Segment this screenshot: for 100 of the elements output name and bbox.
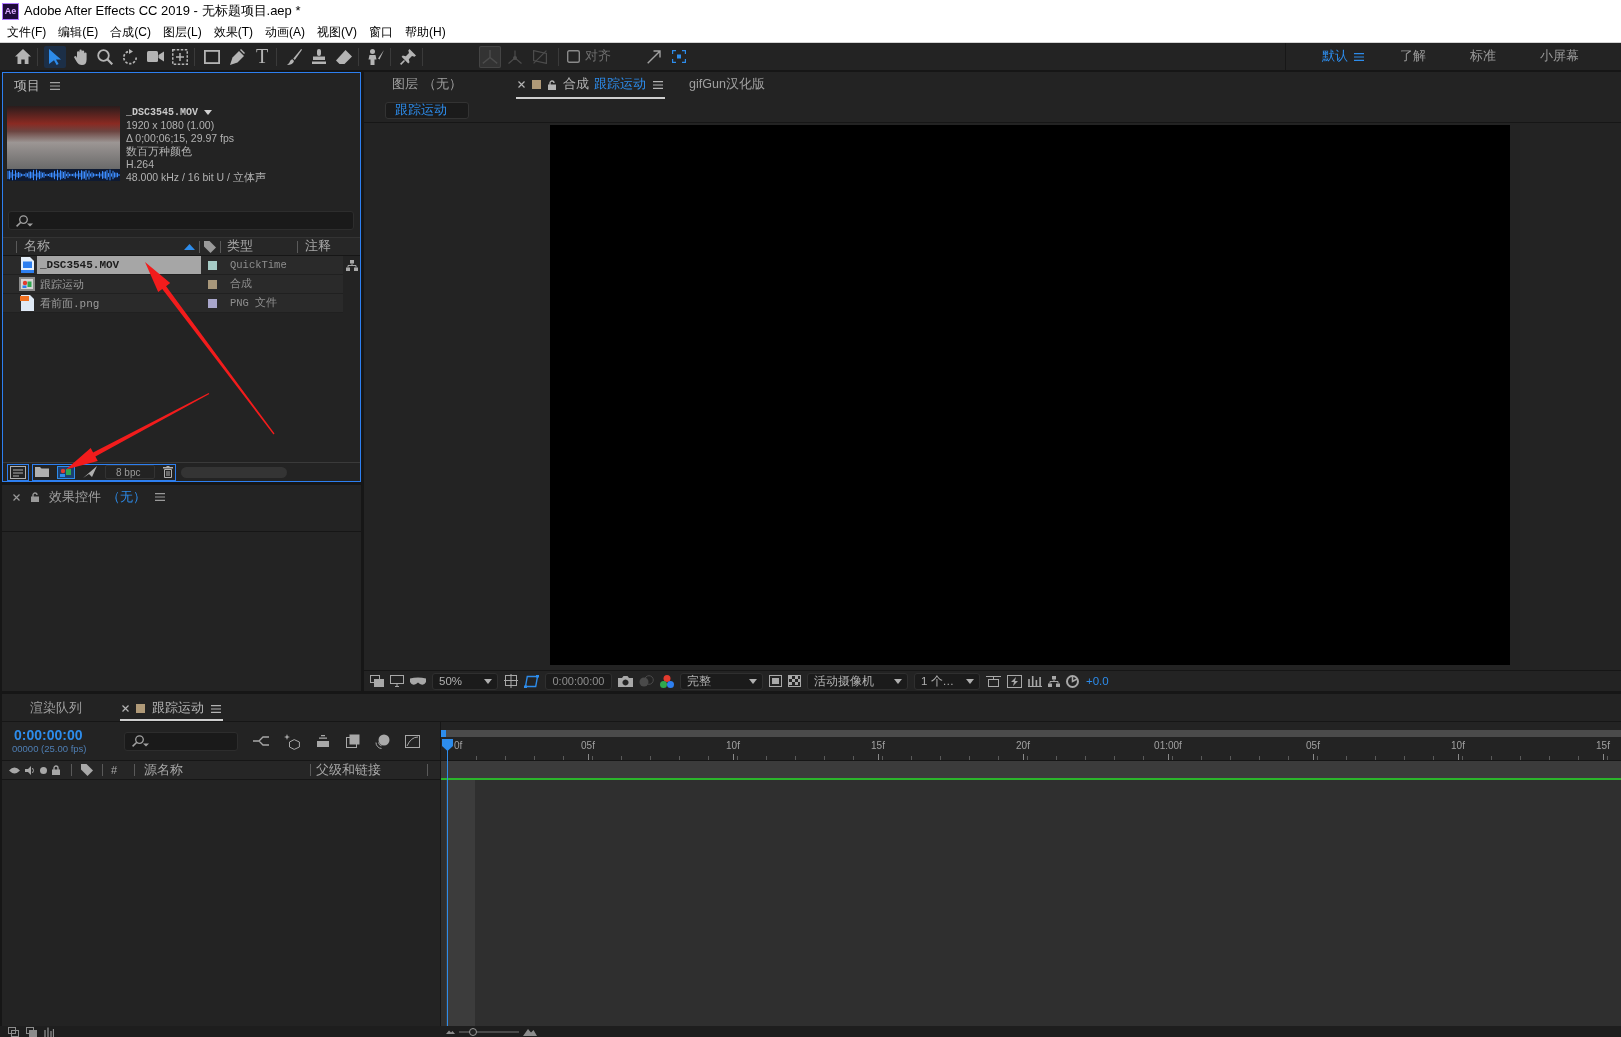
current-time[interactable]: 0:00:00:00 [12, 727, 83, 743]
menu-icon[interactable] [50, 82, 60, 90]
close-icon[interactable] [518, 81, 525, 88]
workspace-tab[interactable]: 默认 [1322, 48, 1348, 65]
search-field[interactable] [8, 211, 354, 230]
menu-item[interactable]: 窗口 [369, 23, 393, 41]
search-field[interactable] [124, 731, 238, 751]
menu-item[interactable]: 帮助(H) [405, 23, 446, 41]
menu-item[interactable]: 视图(V) [317, 23, 357, 41]
bit-depth-button[interactable]: 8 bpc [105, 465, 156, 479]
panel-tab[interactable]: 图层 （无） [390, 72, 464, 99]
navigator-handle[interactable] [441, 730, 446, 737]
menu-item[interactable]: 文件(F) [7, 23, 47, 41]
selection-tool-button[interactable] [44, 45, 66, 68]
panel-tab[interactable]: gifGun汉化版 [687, 72, 767, 99]
dropdown[interactable]: 完整 [680, 672, 763, 690]
menu-item[interactable]: 图层(L) [163, 23, 202, 41]
lock-icon[interactable] [31, 492, 39, 502]
film-frames-icon[interactable] [346, 734, 360, 748]
type-tool-button[interactable]: T [251, 45, 273, 68]
send-arrow-icon[interactable] [83, 466, 97, 478]
snap-frame-icon[interactable] [672, 50, 686, 63]
bolt-frame-icon[interactable] [1007, 674, 1022, 688]
exposure-value[interactable]: +0.0 [1086, 675, 1109, 687]
column-header[interactable]: 父级和链接 [316, 762, 381, 777]
workspace-tab[interactable]: 小屏幕 [1540, 48, 1579, 65]
swatch-icon[interactable] [208, 279, 217, 289]
square-frame-icon[interactable] [769, 675, 782, 687]
close-icon[interactable] [122, 705, 129, 712]
frame-rate-info: 00000 (25.00 fps) [12, 743, 87, 755]
swatch-icon[interactable] [208, 260, 217, 270]
breadcrumb[interactable]: 跟踪运动 [385, 102, 469, 119]
sort-arrow-icon[interactable] [184, 243, 195, 250]
eye-icon[interactable] [9, 766, 20, 774]
frame-corners-icon[interactable] [524, 674, 539, 688]
swatch-icon[interactable] [208, 298, 217, 308]
column-header[interactable]: 类型 [227, 239, 253, 253]
menu-icon[interactable] [211, 704, 221, 713]
playhead-handle[interactable] [441, 739, 453, 751]
caret-down-icon[interactable] [204, 110, 212, 115]
project-item-row[interactable]: _DSC3545.MOV QuickTime [3, 256, 343, 275]
column-header[interactable]: 源名称 [144, 762, 183, 777]
goggles-icon[interactable] [410, 676, 426, 686]
branch-arrows-icon[interactable] [253, 735, 269, 747]
bar-chart-icon[interactable] [1028, 675, 1042, 687]
panel-tab[interactable]: 渲染队列 [28, 694, 84, 721]
lock-icon[interactable] [548, 79, 556, 90]
small-mountain-icon[interactable] [446, 1029, 455, 1034]
dropdown[interactable]: 1 个… [914, 672, 980, 690]
stacked-squares-icon[interactable] [370, 675, 384, 687]
menu-icon[interactable] [1354, 52, 1364, 61]
panel-title[interactable]: 效果控件 [49, 488, 101, 506]
hierarchy-icon[interactable] [1048, 675, 1060, 687]
solo-dot-icon[interactable] [40, 766, 47, 774]
panel-tab[interactable]: 跟踪运动 [120, 694, 223, 721]
stacked-frames-icon[interactable] [8, 1026, 19, 1037]
sparkle-hexagon-icon[interactable] [284, 732, 300, 750]
column-header[interactable]: 注释 [305, 239, 331, 253]
timecode-field[interactable]: 0:00:00:00 [545, 672, 612, 690]
expand-arrow-icon[interactable] [647, 49, 661, 64]
monitor-icon[interactable] [390, 675, 404, 687]
rgb-circles-icon[interactable] [660, 674, 674, 688]
hierarchy-icon[interactable] [345, 260, 358, 271]
speaker-icon[interactable] [25, 765, 35, 775]
project-item-row[interactable]: 跟踪运动 合成 [3, 275, 343, 294]
frame-bar-icon[interactable] [986, 675, 1001, 687]
grid-target-icon[interactable] [504, 674, 518, 688]
checkerboard-icon[interactable] [788, 675, 801, 687]
menu-item[interactable]: 效果(T) [213, 23, 253, 41]
workspace-tab[interactable]: 了解 [1400, 48, 1426, 65]
menu-item[interactable]: 动画(A) [265, 23, 305, 41]
work-area-bar[interactable] [441, 760, 1621, 780]
lock-icon[interactable] [52, 765, 60, 775]
tag-icon[interactable] [81, 764, 93, 776]
zoom-slider-thumb[interactable] [469, 1027, 478, 1036]
trash-icon[interactable] [163, 466, 174, 478]
zoom-slider-track[interactable] [459, 1030, 519, 1033]
blur-disc-icon[interactable] [375, 733, 390, 749]
clock-icon[interactable] [1066, 674, 1079, 688]
menu-icon[interactable] [155, 493, 165, 501]
menu-item[interactable]: 合成(C) [110, 23, 151, 41]
column-header[interactable]: # [111, 764, 118, 776]
stacked-layers-icon[interactable] [315, 735, 331, 747]
bars-icon[interactable] [44, 1026, 54, 1037]
column-header[interactable]: 名称 [24, 238, 50, 255]
panel-title[interactable]: 项目 [14, 77, 40, 95]
camera-icon[interactable] [618, 675, 633, 687]
menu-item[interactable]: 编辑(E) [58, 23, 99, 41]
workspace-tab[interactable]: 标准 [1470, 48, 1496, 65]
dropdown[interactable]: 活动摄像机 [807, 672, 908, 690]
close-icon[interactable] [13, 493, 20, 501]
picture-frame-icon[interactable] [57, 465, 75, 479]
project-item-row[interactable]: 看前面.png PNG 文件 [3, 294, 343, 313]
filled-frames-icon[interactable] [26, 1026, 37, 1037]
folder-icon[interactable] [35, 467, 49, 477]
dropdown[interactable]: 50% [432, 672, 498, 690]
tag-icon[interactable] [204, 240, 216, 253]
panel-tab[interactable]: 合成 跟踪运动 [516, 72, 665, 99]
menu-icon[interactable] [653, 80, 663, 89]
graph-frame-icon[interactable] [405, 734, 420, 748]
